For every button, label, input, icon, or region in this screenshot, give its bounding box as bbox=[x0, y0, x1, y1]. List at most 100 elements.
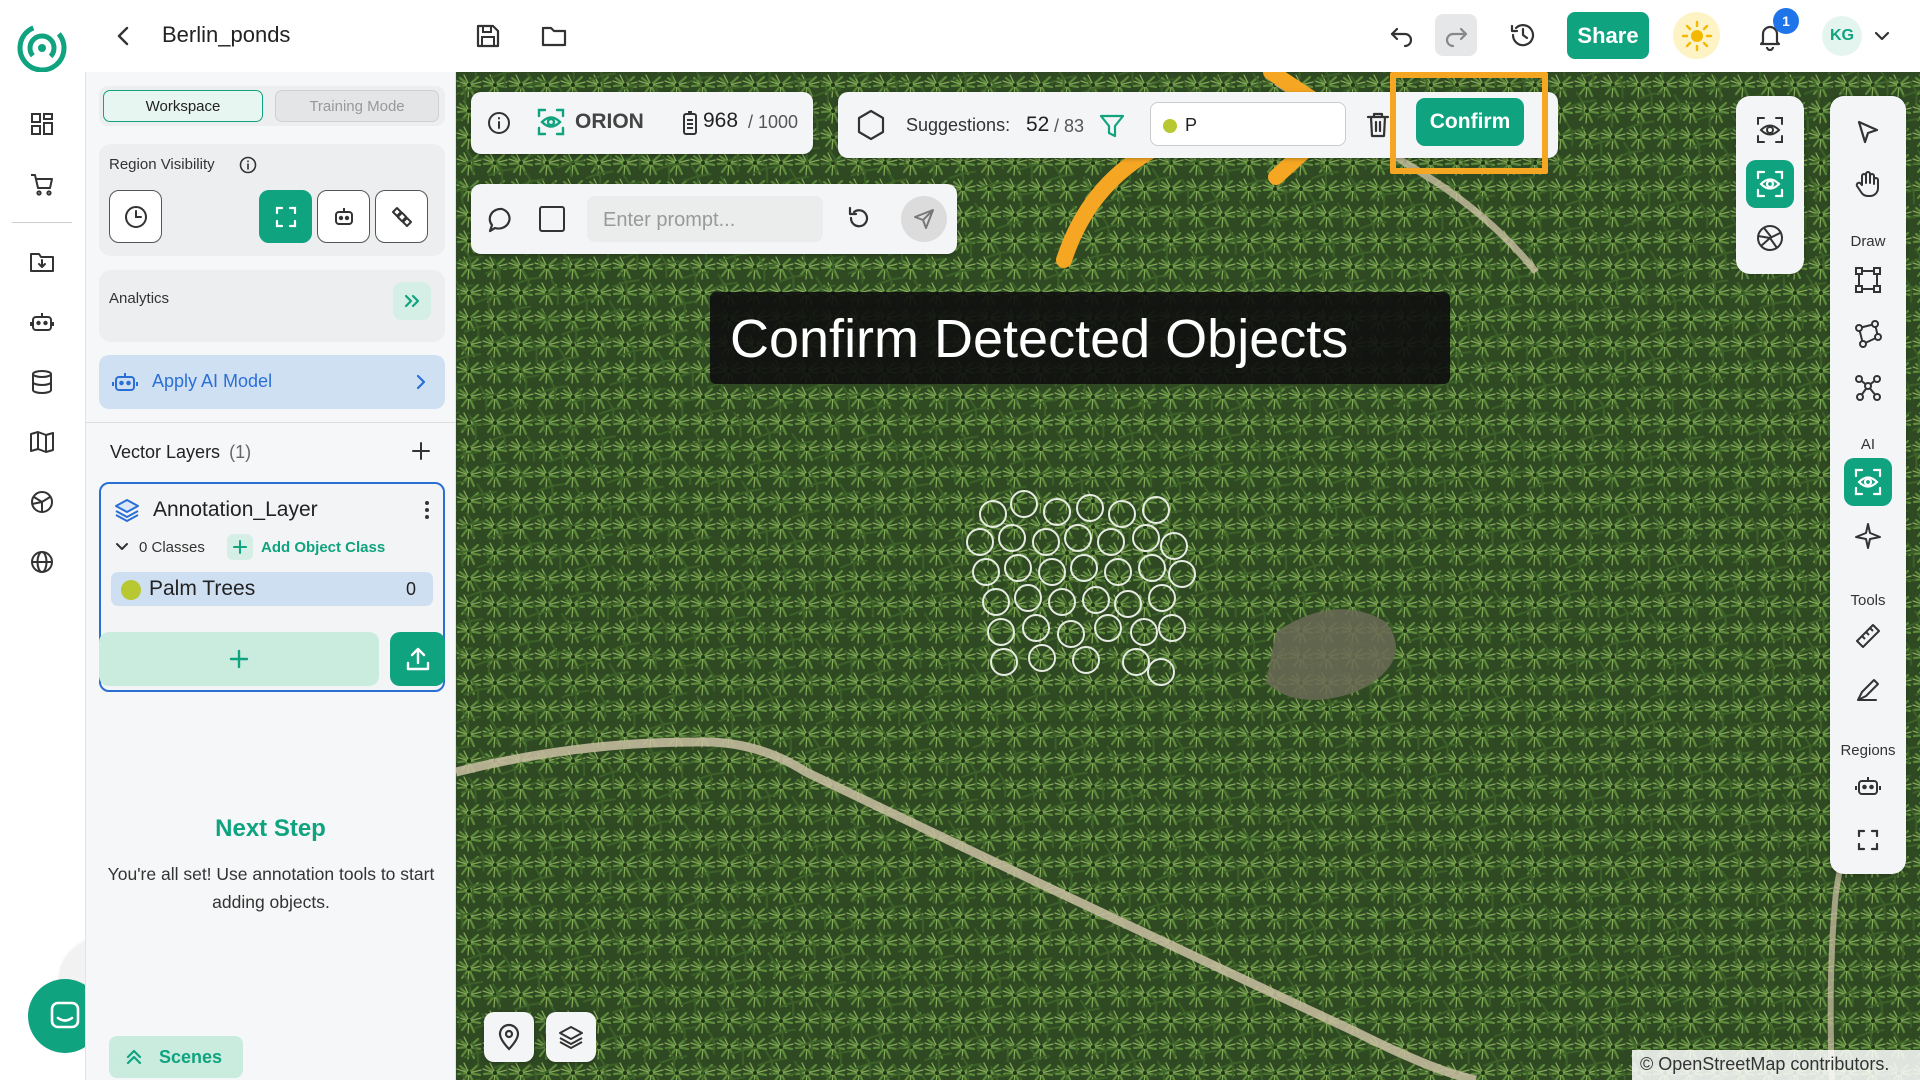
back-icon[interactable] bbox=[108, 20, 140, 52]
share-button[interactable]: Share bbox=[1567, 12, 1649, 59]
tools-label: Tools bbox=[1850, 592, 1886, 609]
regions-label: Regions bbox=[1840, 742, 1896, 759]
cursor-icon[interactable] bbox=[1844, 108, 1892, 156]
credits-used: 968 bbox=[703, 109, 739, 132]
double-chevron-up-icon bbox=[123, 1046, 145, 1068]
polygon-draw-icon[interactable] bbox=[1844, 310, 1892, 358]
scenes-label: Scenes bbox=[159, 1047, 223, 1067]
more-vertical-icon[interactable] bbox=[423, 498, 431, 522]
region-fullscreen-icon[interactable] bbox=[1844, 816, 1892, 864]
tool-column: Draw AI Tools Regions bbox=[1830, 96, 1906, 874]
class-count: 0 bbox=[406, 579, 417, 599]
top-bar: Berlin_ponds Share 1 KG bbox=[0, 0, 1920, 74]
pen-icon[interactable] bbox=[1844, 666, 1892, 714]
chevron-down-icon[interactable] bbox=[1870, 24, 1894, 48]
robot-icon[interactable] bbox=[26, 306, 58, 338]
confirm-button[interactable]: Confirm bbox=[1416, 98, 1524, 146]
tutorial-callout: Confirm Detected Objects bbox=[710, 292, 1450, 384]
chat-bubble-icon[interactable] bbox=[487, 205, 517, 235]
scenes-button[interactable]: Scenes bbox=[109, 1036, 243, 1078]
app-logo-icon[interactable] bbox=[16, 22, 68, 74]
region-robot-icon[interactable] bbox=[1844, 762, 1892, 810]
info-icon[interactable] bbox=[487, 111, 511, 135]
dashboard-icon[interactable] bbox=[26, 108, 58, 140]
add-class-plus-icon[interactable] bbox=[227, 534, 253, 560]
region-robot-button[interactable] bbox=[317, 190, 370, 243]
prompt-placeholder: Enter prompt... bbox=[603, 209, 736, 231]
add-layer-button[interactable] bbox=[99, 632, 379, 686]
class-name: Palm Trees bbox=[149, 577, 256, 600]
undo-icon[interactable] bbox=[1382, 14, 1422, 56]
add-object-class-link[interactable]: Add Object Class bbox=[261, 539, 385, 556]
ai-eye-active-icon[interactable] bbox=[1746, 160, 1794, 208]
callout-text: Confirm Detected Objects bbox=[730, 309, 1349, 369]
ai-view-column bbox=[1736, 96, 1804, 274]
analytics-card[interactable]: Analytics bbox=[99, 270, 445, 342]
user-avatar[interactable]: KG bbox=[1822, 16, 1862, 56]
suggestions-label: Suggestions: bbox=[906, 115, 1011, 135]
classes-count: 0 Classes bbox=[139, 539, 205, 556]
globe-grid-icon[interactable] bbox=[26, 486, 58, 518]
suggestions-current: 52 bbox=[1026, 113, 1050, 136]
region-fullscreen-button[interactable] bbox=[259, 190, 312, 243]
region-clock-button[interactable] bbox=[109, 190, 162, 243]
info-icon[interactable] bbox=[239, 156, 257, 174]
globe-icon[interactable] bbox=[26, 546, 58, 578]
polygon-outline-icon bbox=[854, 108, 888, 142]
rectangle-draw-icon[interactable] bbox=[1844, 256, 1892, 304]
save-icon[interactable] bbox=[470, 18, 506, 54]
notification-badge: 1 bbox=[1773, 8, 1799, 34]
add-layer-icon[interactable] bbox=[408, 438, 434, 464]
map-canvas[interactable]: ORION 968 / 1000 Suggestions: 52 / 83 P … bbox=[456, 72, 1920, 1080]
redo-icon[interactable] bbox=[1435, 14, 1477, 56]
double-chevron-right-icon[interactable] bbox=[393, 282, 431, 320]
chevron-down-icon[interactable] bbox=[113, 538, 131, 556]
database-icon[interactable] bbox=[26, 366, 58, 398]
vector-layers-label: Vector Layers bbox=[110, 442, 221, 462]
ai-plane-icon[interactable] bbox=[1844, 512, 1892, 560]
map-icon[interactable] bbox=[26, 426, 58, 458]
apply-ai-model-button[interactable]: Apply AI Model bbox=[99, 355, 445, 409]
upload-button[interactable] bbox=[390, 632, 445, 686]
folder-icon[interactable] bbox=[536, 18, 572, 54]
map-attribution: © OpenStreetMap contributors. bbox=[1632, 1050, 1920, 1080]
box-select-icon[interactable] bbox=[539, 206, 565, 232]
ai-detect-active-icon[interactable] bbox=[1844, 458, 1892, 506]
folder-download-icon[interactable] bbox=[26, 246, 58, 278]
next-step-text: You're all set! Use annotation tools to … bbox=[107, 864, 435, 912]
vertex-draw-icon[interactable] bbox=[1844, 364, 1892, 412]
theme-sun-icon[interactable] bbox=[1673, 12, 1720, 59]
ai-label: AI bbox=[1860, 436, 1876, 453]
robot-icon bbox=[111, 368, 139, 396]
cart-icon[interactable] bbox=[26, 168, 58, 200]
credits-total: / 1000 bbox=[748, 112, 799, 132]
left-rail: g. 8 bbox=[0, 72, 148, 1080]
filter-icon[interactable] bbox=[1098, 112, 1126, 140]
project-title: Berlin_ponds bbox=[162, 22, 291, 47]
model-name: ORION bbox=[575, 110, 644, 133]
trash-icon[interactable] bbox=[1364, 110, 1392, 140]
battery-icon bbox=[681, 110, 699, 136]
layer-name: Annotation_Layer bbox=[153, 498, 318, 521]
suggestions-total: / 83 bbox=[1054, 116, 1085, 136]
prompt-input[interactable]: Enter prompt... bbox=[587, 196, 823, 242]
ruler-icon[interactable] bbox=[1844, 612, 1892, 660]
tab-training-mode[interactable]: Training Mode bbox=[275, 90, 439, 122]
hand-icon[interactable] bbox=[1844, 160, 1892, 208]
vector-layers-count: (1) bbox=[229, 442, 252, 462]
layers-toggle-button[interactable] bbox=[546, 1012, 596, 1062]
reset-icon[interactable] bbox=[845, 204, 873, 232]
model-info-bar: ORION 968 / 1000 bbox=[471, 92, 813, 154]
class-select[interactable]: P bbox=[1150, 102, 1346, 146]
region-visibility-label: Region Visibility bbox=[109, 156, 215, 173]
aperture-icon[interactable] bbox=[1746, 214, 1794, 262]
region-satellite-button[interactable] bbox=[375, 190, 428, 243]
region-visibility-card: Region Visibility bbox=[99, 144, 445, 256]
history-icon[interactable] bbox=[1502, 14, 1544, 56]
rail-divider bbox=[12, 222, 72, 223]
class-row-palm-trees[interactable]: Palm Trees 0 bbox=[111, 572, 433, 606]
send-icon[interactable] bbox=[901, 196, 947, 242]
tab-workspace[interactable]: Workspace bbox=[103, 90, 263, 122]
location-pin-button[interactable] bbox=[484, 1012, 534, 1062]
ai-scan-icon[interactable] bbox=[1746, 106, 1794, 154]
